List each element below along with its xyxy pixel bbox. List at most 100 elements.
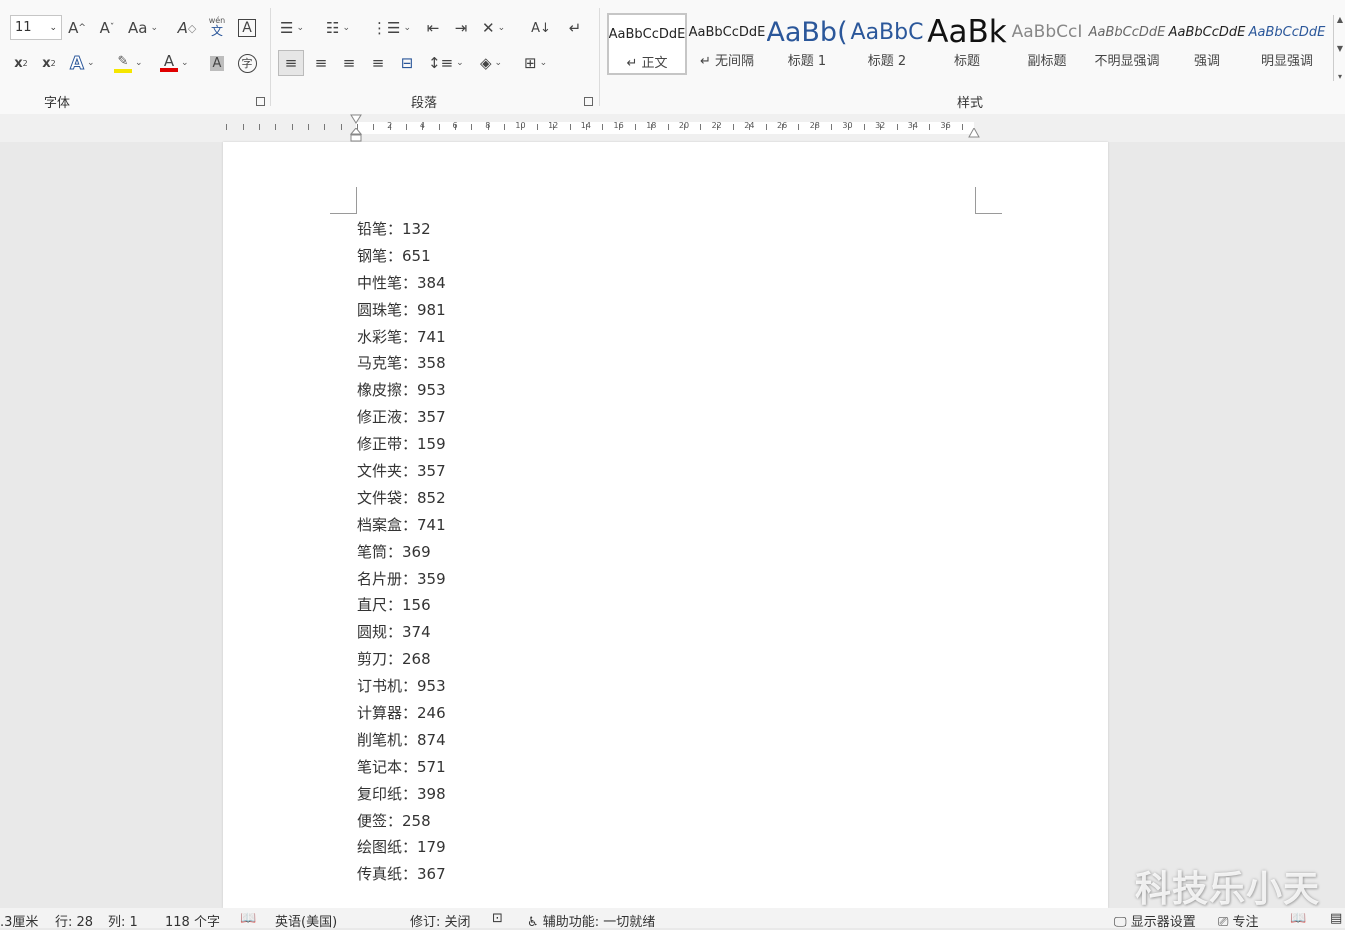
document-line[interactable]: 修正带：159 — [357, 431, 446, 458]
style-heading-2[interactable]: AaBbC 标题 2 — [847, 13, 927, 75]
align-center-button[interactable]: ≡ — [310, 50, 332, 76]
font-dialog-launcher-icon[interactable] — [256, 97, 265, 106]
style-title[interactable]: AaBk 标题 — [927, 13, 1007, 75]
status-position[interactable]: .3厘米 — [0, 911, 38, 930]
document-line[interactable]: 直尺：156 — [357, 592, 446, 619]
borders-button[interactable]: ⊞ ⌄ — [524, 50, 547, 76]
align-right-button[interactable]: ≡ — [338, 50, 360, 76]
multilevel-list-button[interactable]: ⋮☰ ⌄ — [372, 15, 411, 41]
document-page[interactable] — [223, 142, 1108, 908]
style-normal[interactable]: AaBbCcDdE ↵ 正文 — [607, 13, 687, 75]
shading-button[interactable]: ◈ ⌄ — [480, 50, 502, 76]
document-line[interactable]: 文件夹：357 — [357, 458, 446, 485]
print-layout-icon[interactable]: ▤ — [1330, 911, 1342, 926]
phonetic-guide-button[interactable]: wén 文 — [206, 13, 228, 39]
accessibility-status[interactable]: ♿ 辅助功能: 一切就绪 — [527, 911, 655, 930]
shrink-font-button[interactable]: Aˇ — [96, 15, 118, 41]
chevron-down-icon[interactable]: ▼ — [1337, 44, 1343, 53]
character-border-button[interactable]: A — [236, 15, 258, 41]
document-line[interactable]: 马克笔：358 — [357, 350, 446, 377]
style-subtle-emphasis[interactable]: AaBbCcDdE 不明显强调 — [1087, 13, 1167, 75]
document-line[interactable]: 便签：258 — [357, 808, 446, 835]
right-indent-marker[interactable] — [968, 128, 980, 138]
ruler-number: 8 — [485, 121, 491, 130]
change-case-button[interactable]: Aa ⌄ — [128, 15, 158, 41]
document-line[interactable]: 笔记本：571 — [357, 754, 446, 781]
document-line[interactable]: 传真纸：367 — [357, 861, 446, 888]
document-line[interactable]: 钢笔：651 — [357, 243, 446, 270]
macro-record-icon[interactable]: ⊡ — [492, 911, 503, 926]
bullets-button[interactable]: ☰ ⌄ — [280, 15, 304, 41]
paragraph-dialog-launcher-icon[interactable] — [584, 97, 593, 106]
sort-button[interactable]: A↓ — [530, 15, 552, 41]
status-column[interactable]: 列: 1 — [108, 911, 138, 930]
grow-font-label: A — [68, 19, 79, 37]
enclose-characters-button[interactable]: 字 — [236, 50, 258, 76]
document-line[interactable]: 名片册：359 — [357, 566, 446, 593]
style-sample: AaBbCcDdE — [1168, 24, 1246, 40]
document-line[interactable]: 剪刀：268 — [357, 646, 446, 673]
style-heading-1[interactable]: AaBb( 标题 1 — [767, 13, 847, 75]
text-effects-button[interactable]: A ⌄ — [70, 50, 95, 76]
styles-gallery-scroll[interactable]: ▲ ▼ ▾ — [1333, 15, 1345, 81]
document-line[interactable]: 笔筒：369 — [357, 539, 446, 566]
text-direction-button[interactable]: ✕ ⌄ — [482, 15, 505, 41]
focus-mode-button[interactable]: ⎚ 专注 — [1218, 911, 1259, 930]
document-line[interactable]: 铅笔：132 — [357, 216, 446, 243]
superscript-button[interactable]: x2 — [38, 50, 60, 76]
multilevel-list-icon: ⋮☰ — [372, 19, 401, 37]
chevron-up-icon[interactable]: ▲ — [1337, 15, 1343, 24]
ruler-tick — [340, 124, 342, 130]
document-line[interactable]: 修正液：357 — [357, 404, 446, 431]
justify-button[interactable]: ≡ — [367, 50, 389, 76]
clear-formatting-button[interactable]: A ◇ — [176, 15, 198, 41]
numbering-button[interactable]: ☷ ⌄ — [326, 15, 350, 41]
text-direction-icon: ✕ — [482, 19, 495, 37]
style-subtitle[interactable]: AaBbCcI 副标题 — [1007, 13, 1087, 75]
subscript-button[interactable]: x2 — [10, 50, 32, 76]
horizontal-ruler[interactable]: 2 4 6 8 10 12 14 16 18 20 22 24 26 28 30 32 34 36 — [0, 114, 1345, 142]
style-no-spacing[interactable]: AaBbCcDdE ↵ 无间隔 — [687, 13, 767, 75]
style-intense-emphasis[interactable]: AaBbCcDdE 明显强调 — [1247, 13, 1327, 75]
document-line[interactable]: 计算器：246 — [357, 700, 446, 727]
character-shading-button[interactable]: A — [206, 50, 228, 76]
style-emphasis[interactable]: AaBbCcDdE 强调 — [1167, 13, 1247, 75]
align-left-button[interactable]: ≡ — [278, 50, 304, 76]
show-marks-button[interactable]: ↵ — [564, 15, 586, 41]
style-sample: AaBbCcI — [1011, 22, 1083, 42]
document-line[interactable]: 橡皮擦：953 — [357, 377, 446, 404]
decrease-indent-button[interactable]: ⇤ — [422, 15, 444, 41]
numbered-list-icon: ☷ — [326, 19, 340, 37]
increase-indent-button[interactable]: ⇥ — [450, 15, 472, 41]
left-indent-marker[interactable] — [350, 128, 362, 142]
document-line[interactable]: 档案盒：741 — [357, 512, 446, 539]
ruler-tick — [863, 124, 865, 130]
display-settings-button[interactable]: 🖵 显示器设置 — [1114, 911, 1196, 930]
status-word-count[interactable]: 118 个字 — [165, 911, 220, 930]
line-spacing-button[interactable]: ↕≡ ⌄ — [428, 50, 464, 76]
document-body[interactable]: 铅笔：132 钢笔：651 中性笔：384 圆珠笔：981 水彩笔：741 马克笔：358… — [357, 216, 446, 888]
proofing-book-icon[interactable]: 📖 — [240, 911, 256, 926]
document-line[interactable]: 圆珠笔：981 — [357, 297, 446, 324]
status-line[interactable]: 行: 28 — [55, 911, 93, 930]
more-styles-icon[interactable]: ▾ — [1338, 72, 1342, 81]
font-color-button[interactable]: A ⌄ — [160, 50, 189, 76]
ruler-tick — [831, 124, 833, 130]
document-line[interactable]: 中性笔：384 — [357, 270, 446, 297]
document-line[interactable]: 文件袋：852 — [357, 485, 446, 512]
highlight-color-button[interactable]: ✎ ⌄ — [114, 50, 143, 76]
document-line[interactable]: 削笔机：874 — [357, 727, 446, 754]
document-line[interactable]: 绘图纸：179 — [357, 834, 446, 861]
grow-font-button[interactable]: A ^ — [66, 15, 88, 41]
watermark-text: 科技乐小天 — [1135, 869, 1321, 910]
status-language[interactable]: 英语(美国) — [275, 911, 337, 930]
read-mode-icon[interactable]: 📖 — [1290, 911, 1306, 926]
first-line-indent-marker[interactable] — [350, 114, 362, 126]
document-line[interactable]: 水彩笔：741 — [357, 324, 446, 351]
font-size-dropdown[interactable]: 11 ⌄ — [10, 15, 62, 40]
document-line[interactable]: 复印纸：398 — [357, 781, 446, 808]
distributed-button[interactable]: ⊟ — [396, 50, 418, 76]
status-track-changes[interactable]: 修订: 关闭 — [410, 911, 471, 930]
document-line[interactable]: 圆规：374 — [357, 619, 446, 646]
document-line[interactable]: 订书机：953 — [357, 673, 446, 700]
